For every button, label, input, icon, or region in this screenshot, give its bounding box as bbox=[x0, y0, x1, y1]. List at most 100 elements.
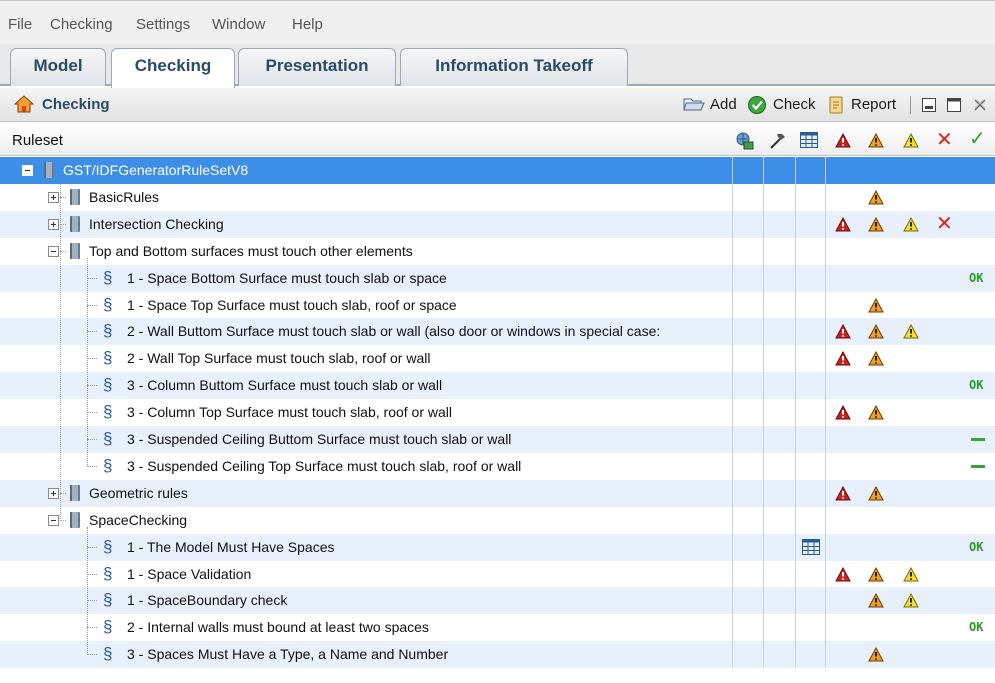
rule-row[interactable]: § 2 - Wall Buttom Surface must touch slab… bbox=[0, 318, 995, 346]
tree-node-label: SpaceChecking bbox=[89, 511, 188, 528]
moderate-warning-icon bbox=[868, 351, 884, 366]
rejected-icon[interactable]: ✕ bbox=[936, 130, 953, 150]
tab-checking[interactable]: Checking bbox=[111, 48, 235, 88]
model-icon[interactable] bbox=[735, 131, 755, 151]
tab-model[interactable]: Model bbox=[10, 48, 106, 86]
ruleset-book-icon bbox=[70, 484, 80, 501]
tree-column-header: Ruleset ✕ ✓ bbox=[0, 124, 995, 156]
ruleset-tree: GST/IDFGeneratorRuleSetV8 BasicRules Inter… bbox=[0, 157, 995, 683]
rule-row[interactable]: § 1 - The Model Must Have Spaces OK bbox=[0, 533, 995, 561]
hammer-icon[interactable] bbox=[767, 131, 787, 151]
column-divider bbox=[763, 157, 764, 667]
moderate-warning-icon bbox=[868, 189, 884, 205]
close-icon[interactable] bbox=[973, 98, 987, 112]
rule-row[interactable]: § 1 - Space Validation bbox=[0, 561, 995, 588]
critical-warning-icon[interactable] bbox=[835, 133, 851, 148]
rule-paragraph-icon: § bbox=[103, 348, 113, 368]
collapse-toggle[interactable] bbox=[48, 245, 59, 257]
menu-checking[interactable]: Checking bbox=[50, 16, 113, 33]
collapse-toggle[interactable] bbox=[22, 165, 33, 176]
rule-label: 2 - Wall Buttom Surface must touch slab … bbox=[127, 323, 661, 340]
tree-connector bbox=[87, 331, 97, 333]
ruleset-row[interactable]: GST/IDFGeneratorRuleSetV8 bbox=[0, 157, 995, 184]
rule-row[interactable]: § 3 - Suspended Ceiling Top Surface must … bbox=[0, 453, 995, 480]
add-button[interactable]: Add bbox=[710, 96, 737, 113]
low-warning-icon bbox=[903, 324, 919, 339]
rule-row[interactable]: § 3 - Suspended Ceiling Buttom Surface mu… bbox=[0, 426, 995, 453]
table-icon[interactable] bbox=[799, 131, 819, 149]
menu-file[interactable]: File bbox=[8, 16, 32, 33]
tree-connector bbox=[87, 358, 97, 360]
ruleset-book-icon bbox=[70, 511, 80, 528]
rule-row[interactable]: § 3 - Column Top Surface must touch slab,… bbox=[0, 399, 995, 426]
rule-row[interactable]: § 1 - SpaceBoundary check bbox=[0, 587, 995, 615]
rule-paragraph-icon: § bbox=[103, 402, 113, 422]
expand-toggle[interactable] bbox=[48, 218, 59, 230]
report-button[interactable]: Report bbox=[851, 96, 896, 113]
accepted-icon[interactable]: ✓ bbox=[969, 129, 986, 149]
column-divider bbox=[795, 157, 796, 667]
low-warning-icon[interactable] bbox=[903, 133, 919, 148]
rule-label: 3 - Column Buttom Surface must touch sla… bbox=[127, 377, 443, 394]
toolbar-separator bbox=[910, 96, 911, 114]
rule-row[interactable]: § 2 - Internal walls must bound at least … bbox=[0, 614, 995, 641]
expand-toggle[interactable] bbox=[48, 191, 59, 203]
minimize-icon[interactable] bbox=[921, 97, 937, 113]
rule-paragraph-icon: § bbox=[103, 590, 113, 610]
rule-paragraph-icon: § bbox=[103, 321, 113, 341]
folder-open-icon[interactable] bbox=[683, 95, 705, 113]
table-icon[interactable] bbox=[801, 538, 821, 556]
tree-node-label: Geometric rules bbox=[89, 484, 188, 501]
menu-window[interactable]: Window bbox=[212, 16, 265, 33]
tree-connector bbox=[87, 277, 97, 279]
maximize-icon[interactable] bbox=[946, 97, 962, 113]
tree-connector bbox=[87, 627, 97, 629]
low-warning-icon bbox=[903, 566, 919, 581]
rule-row[interactable]: § 1 - Space Bottom Surface must touch sla… bbox=[0, 264, 995, 292]
critical-warning-icon bbox=[835, 351, 851, 366]
rule-label: 2 - Internal walls must bound at least t… bbox=[127, 619, 429, 636]
folder-row[interactable]: BasicRules bbox=[0, 184, 995, 211]
rule-label: 1 - The Model Must Have Spaces bbox=[127, 538, 335, 555]
ruleset-column-label: Ruleset bbox=[12, 132, 63, 149]
folder-row[interactable]: SpaceChecking bbox=[0, 507, 995, 534]
tree-connector bbox=[87, 546, 97, 548]
menu-help[interactable]: Help bbox=[292, 16, 323, 33]
ok-status: OK bbox=[969, 620, 984, 635]
moderate-warning-icon bbox=[868, 297, 884, 312]
moderate-warning-icon bbox=[868, 216, 884, 232]
tab-information-takeoff[interactable]: Information Takeoff bbox=[400, 48, 628, 86]
expand-toggle[interactable] bbox=[48, 487, 59, 499]
ruleset-book-icon bbox=[70, 215, 80, 232]
menu-settings[interactable]: Settings bbox=[136, 16, 190, 33]
ok-status: OK bbox=[969, 270, 984, 285]
report-icon[interactable] bbox=[826, 95, 846, 115]
tree-connector bbox=[87, 439, 97, 440]
rule-row[interactable]: § 2 - Wall Top Surface must touch slab, r… bbox=[0, 345, 995, 372]
rule-label: 1 - SpaceBoundary check bbox=[127, 592, 288, 609]
menu-bar: File Checking Settings Window Help bbox=[0, 0, 995, 44]
rule-label: 3 - Suspended Ceiling Buttom Surface mus… bbox=[127, 431, 512, 447]
folder-row[interactable]: Intersection Checking ✕ bbox=[0, 210, 995, 238]
tree-connector bbox=[87, 654, 97, 656]
rule-paragraph-icon: § bbox=[103, 536, 113, 556]
check-button[interactable]: Check bbox=[773, 96, 816, 113]
rule-label: 3 - Spaces Must Have a Type, a Name and … bbox=[127, 646, 449, 663]
moderate-warning-icon bbox=[868, 566, 884, 581]
tree-node-label: Intersection Checking bbox=[89, 215, 224, 232]
moderate-warning-icon[interactable] bbox=[868, 133, 884, 148]
folder-row[interactable]: Top and Bottom surfaces must touch other… bbox=[0, 238, 995, 265]
rule-row[interactable]: § 3 - Spaces Must Have a Type, a Name and… bbox=[0, 641, 995, 669]
folder-row[interactable]: Geometric rules bbox=[0, 479, 995, 507]
house-icon bbox=[14, 95, 34, 113]
tree-node-label: Top and Bottom surfaces must touch other… bbox=[89, 242, 413, 259]
rule-row[interactable]: § 1 - Space Top Surface must touch slab, … bbox=[0, 292, 995, 319]
tree-guide-line bbox=[87, 526, 88, 656]
moderate-warning-icon bbox=[868, 405, 884, 420]
check-circle-icon[interactable] bbox=[747, 95, 767, 115]
rule-paragraph-icon: § bbox=[103, 294, 113, 314]
tab-presentation[interactable]: Presentation bbox=[238, 48, 396, 86]
collapse-toggle[interactable] bbox=[48, 514, 59, 526]
rule-row[interactable]: § 3 - Column Buttom Surface must touch sl… bbox=[0, 372, 995, 400]
critical-warning-icon bbox=[835, 566, 851, 581]
